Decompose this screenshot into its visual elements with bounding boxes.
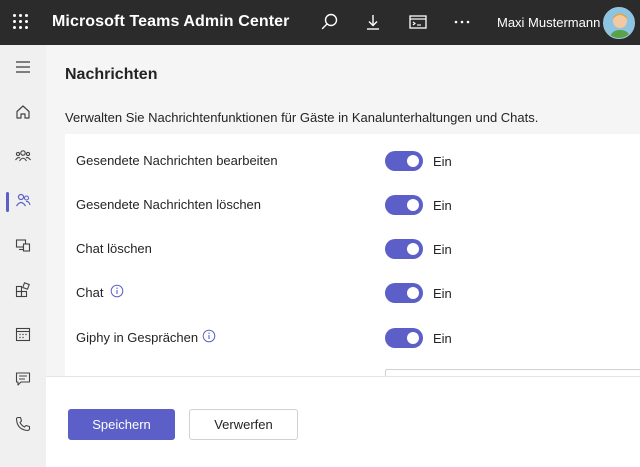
left-rail <box>0 45 46 467</box>
setting-label: Chat löschen <box>76 241 152 256</box>
active-indicator <box>6 192 9 212</box>
download-icon[interactable] <box>363 12 383 32</box>
home-icon <box>16 105 30 119</box>
users-icon <box>15 193 31 207</box>
setting-label: Gesendete Nachrichten bearbeiten <box>76 153 278 168</box>
toggle-switch[interactable] <box>385 151 423 171</box>
terminal-icon[interactable] <box>408 12 428 32</box>
search-icon[interactable] <box>320 12 340 32</box>
info-icon[interactable] <box>110 284 124 298</box>
setting-label: Gesendete Nachrichten löschen <box>76 197 262 212</box>
toggle-switch[interactable] <box>385 195 423 215</box>
rail-item-dashboard[interactable] <box>0 93 46 133</box>
more-icon[interactable] <box>452 12 472 32</box>
setting-row-edit-sent: Gesendete Nachrichten bearbeiten Ein <box>65 139 640 183</box>
rail-item-teams[interactable] <box>0 137 46 177</box>
toggle-switch[interactable] <box>385 328 423 348</box>
rail-item-devices[interactable] <box>0 226 46 266</box>
toggle-knob <box>407 332 419 344</box>
calendar-icon <box>15 327 31 342</box>
setting-row-delete-sent: Gesendete Nachrichten löschen Ein <box>65 183 640 227</box>
toggle-state-text: Ein <box>433 154 452 169</box>
setting-label: Giphy in Gesprächen <box>76 330 199 345</box>
user-name[interactable]: Maxi Mustermann <box>497 15 600 30</box>
page-description: Verwalten Sie Nachrichtenfunktionen für … <box>65 110 539 125</box>
toggle-switch[interactable] <box>385 283 423 303</box>
toggle-knob <box>407 199 419 211</box>
setting-label: Chat <box>76 285 104 300</box>
top-bar: Microsoft Teams Admin Center Maxi Muster… <box>0 0 640 45</box>
rail-item-meetings[interactable] <box>0 315 46 355</box>
setting-row-giphy: Giphy in Gesprächen Ein <box>65 316 640 360</box>
discard-button[interactable]: Verwerfen <box>189 409 298 440</box>
hamburger-icon <box>16 61 30 73</box>
setting-row-delete-chat: Chat löschen Ein <box>65 227 640 271</box>
save-button[interactable]: Speichern <box>68 409 175 440</box>
toggle-state-text: Ein <box>433 331 452 346</box>
rail-item-menu[interactable] <box>0 48 46 88</box>
teams-icon <box>15 150 31 162</box>
chat-icon <box>15 372 31 386</box>
rail-item-users[interactable] <box>0 181 46 221</box>
app-title: Microsoft Teams Admin Center <box>52 13 290 30</box>
page-title: Nachrichten <box>65 66 158 83</box>
devices-icon <box>15 239 31 252</box>
toggle-state-text: Ein <box>433 286 452 301</box>
info-icon[interactable] <box>202 329 216 343</box>
waffle-icon[interactable] <box>13 14 29 30</box>
toggle-knob <box>407 287 419 299</box>
avatar[interactable] <box>603 7 635 39</box>
toggle-state-text: Ein <box>433 198 452 213</box>
toggle-state-text: Ein <box>433 242 452 257</box>
toggle-switch[interactable] <box>385 239 423 259</box>
rail-item-messaging[interactable] <box>0 360 46 400</box>
settings-card: Gesendete Nachrichten bearbeiten Ein Ges… <box>65 134 640 384</box>
action-footer: Speichern Verwerfen <box>46 376 640 467</box>
rail-item-voice[interactable] <box>0 405 46 445</box>
toggle-knob <box>407 243 419 255</box>
setting-row-chat: Chat Ein <box>65 271 640 315</box>
phone-icon <box>15 416 31 432</box>
rail-item-apps[interactable] <box>0 271 46 311</box>
main-content: Nachrichten Verwalten Sie Nachrichtenfun… <box>46 45 640 467</box>
apps-icon <box>15 282 30 298</box>
toggle-knob <box>407 155 419 167</box>
